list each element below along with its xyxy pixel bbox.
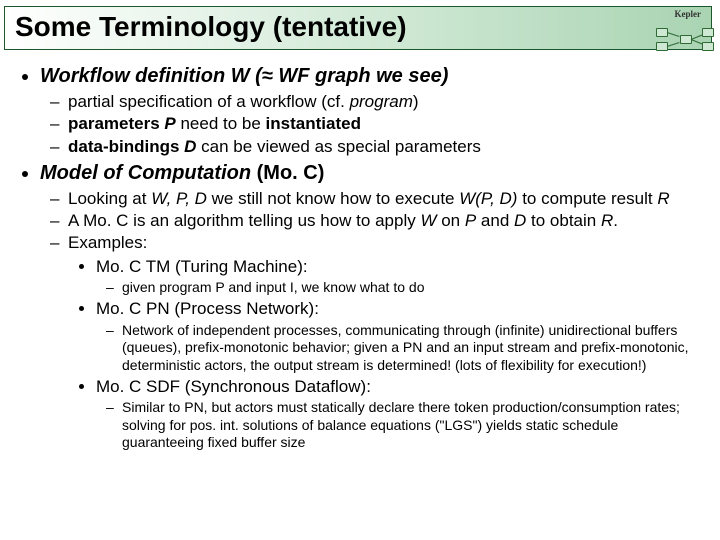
bullet-workflow-def: Workflow definition W (≈ WF graph we see…: [40, 64, 702, 157]
example-detail: Network of independent processes, commun…: [122, 322, 702, 375]
sub-bullet: A Mo. C is an algorithm telling us how t…: [68, 210, 702, 231]
sub-bullet: partial specification of a workflow (cf.…: [68, 91, 702, 112]
example-head: Mo. C TM (Turing Machine):: [96, 257, 308, 276]
bullet-text: Model of Computation (Mo. C): [40, 162, 324, 184]
example-head: Mo. C SDF (Synchronous Dataflow):: [96, 377, 371, 396]
title-text: Some Terminology (tentative): [15, 11, 407, 42]
content-area: Workflow definition W (≈ WF graph we see…: [0, 54, 720, 452]
slide-title: Some Terminology (tentative) Kepler: [4, 6, 712, 50]
example-sdf: Mo. C SDF (Synchronous Dataflow): Simila…: [96, 376, 702, 452]
sub-bullet: parameters P need to be instantiated: [68, 113, 702, 134]
bullet-text: Workflow definition W (≈ WF graph we see…: [40, 65, 448, 87]
bullet-moc: Model of Computation (Mo. C) Looking at …: [40, 161, 702, 452]
example-detail: given program P and input I, we know wha…: [122, 279, 702, 297]
example-head: Mo. C PN (Process Network):: [96, 299, 319, 318]
sub-bullet: data-bindings D can be viewed as special…: [68, 136, 702, 157]
sub-bullet: Looking at W, P, D we still not know how…: [68, 188, 702, 209]
example-pn: Mo. C PN (Process Network): Network of i…: [96, 298, 702, 374]
examples-label: Examples:: [68, 233, 147, 252]
sub-bullet-examples: Examples: Mo. C TM (Turing Machine): giv…: [68, 232, 702, 452]
example-tm: Mo. C TM (Turing Machine): given program…: [96, 256, 702, 297]
kepler-logo-icon: [656, 24, 714, 54]
kepler-logo-text: Kepler: [675, 9, 702, 19]
slide: Some Terminology (tentative) Kepler Work…: [0, 6, 720, 540]
example-detail: Similar to PN, but actors must staticall…: [122, 399, 702, 452]
